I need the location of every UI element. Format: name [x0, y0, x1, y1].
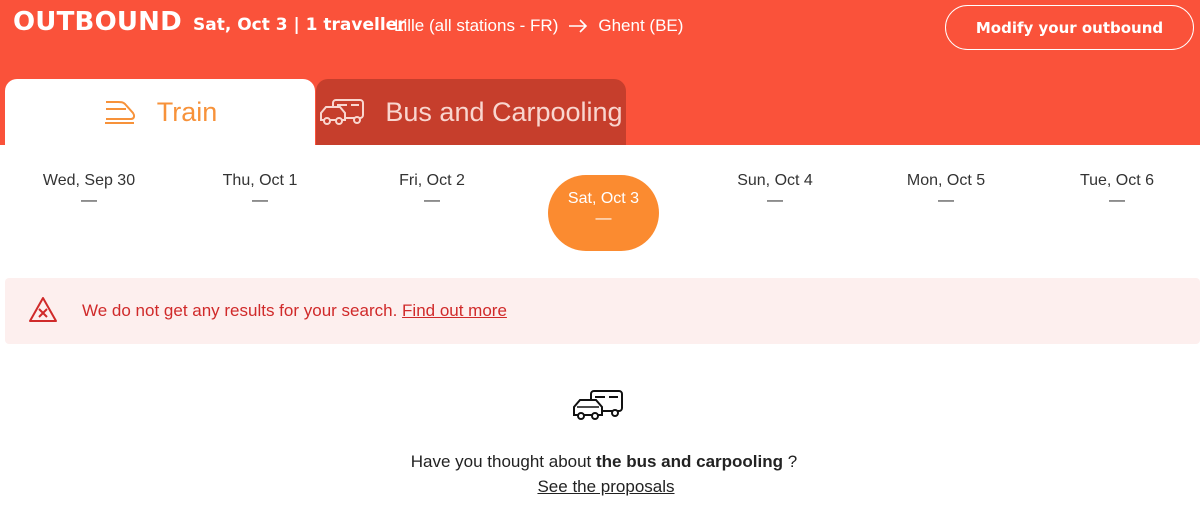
find-out-more-link[interactable]: Find out more: [402, 301, 507, 320]
journey-header: OUTBOUND Sat, Oct 3 | 1 traveller Lille …: [0, 0, 1200, 145]
train-icon: [103, 99, 137, 125]
date-price: —: [424, 192, 440, 209]
tab-train[interactable]: Train: [5, 79, 315, 145]
journey-date-travellers: Sat, Oct 3 | 1 traveller: [193, 15, 406, 35]
date-label: Tue, Oct 6: [1079, 172, 1155, 189]
suggestion-text: Have you thought about: [410, 452, 592, 471]
date-option-selected[interactable]: Sat, Oct 3 —: [548, 175, 659, 251]
date-label: Sat, Oct 3: [567, 190, 640, 207]
date-price: —: [595, 210, 612, 227]
origin-station: Lille (all stations - FR): [394, 16, 559, 35]
date-option[interactable]: Sun, Oct 4 —: [705, 172, 845, 210]
date-label: Wed, Sep 30: [42, 172, 136, 189]
modify-outbound-button[interactable]: Modify your outbound: [945, 5, 1194, 50]
alert-message: We do not get any results for your searc…: [82, 301, 398, 320]
date-option[interactable]: Thu, Oct 1 —: [190, 172, 330, 210]
date-option[interactable]: Wed, Sep 30 —: [19, 172, 159, 210]
date-label: Mon, Oct 5: [906, 172, 986, 189]
date-option[interactable]: Tue, Oct 6 —: [1047, 172, 1187, 210]
arrow-right-icon: [568, 19, 588, 33]
tab-bus-label: Bus and Carpooling: [385, 96, 623, 127]
date-price: —: [767, 192, 783, 209]
bus-car-icon: [571, 389, 625, 426]
date-selector: Wed, Sep 30 — Thu, Oct 1 — Fri, Oct 2 — …: [0, 172, 1200, 252]
see-proposals-link[interactable]: See the proposals: [0, 477, 1200, 497]
suggestion-highlight: the bus and carpooling: [596, 452, 784, 471]
date-price: —: [81, 192, 97, 209]
no-results-alert: We do not get any results for your searc…: [5, 278, 1200, 344]
date-option[interactable]: Mon, Oct 5 —: [876, 172, 1016, 210]
journey-route: Lille (all stations - FR) Ghent (BE): [394, 16, 683, 36]
tab-train-label: Train: [156, 96, 218, 127]
date-price: —: [1109, 192, 1125, 209]
date-price: —: [252, 192, 268, 209]
tab-bus-carpooling[interactable]: Bus and Carpooling: [316, 79, 626, 145]
destination-station: Ghent (BE): [598, 16, 684, 35]
date-option[interactable]: Fri, Oct 2 —: [362, 172, 502, 210]
bus-carpooling-suggestion: Have you thought about the bus and carpo…: [0, 452, 1200, 472]
page-title: OUTBOUND: [13, 7, 182, 37]
suggestion-punctuation: ?: [787, 452, 798, 471]
error-triangle-icon: [28, 296, 58, 329]
bus-car-icon: [319, 98, 365, 126]
date-label: Fri, Oct 2: [399, 172, 465, 189]
date-price: —: [938, 192, 954, 209]
date-label: Thu, Oct 1: [222, 172, 298, 189]
date-label: Sun, Oct 4: [737, 172, 813, 189]
